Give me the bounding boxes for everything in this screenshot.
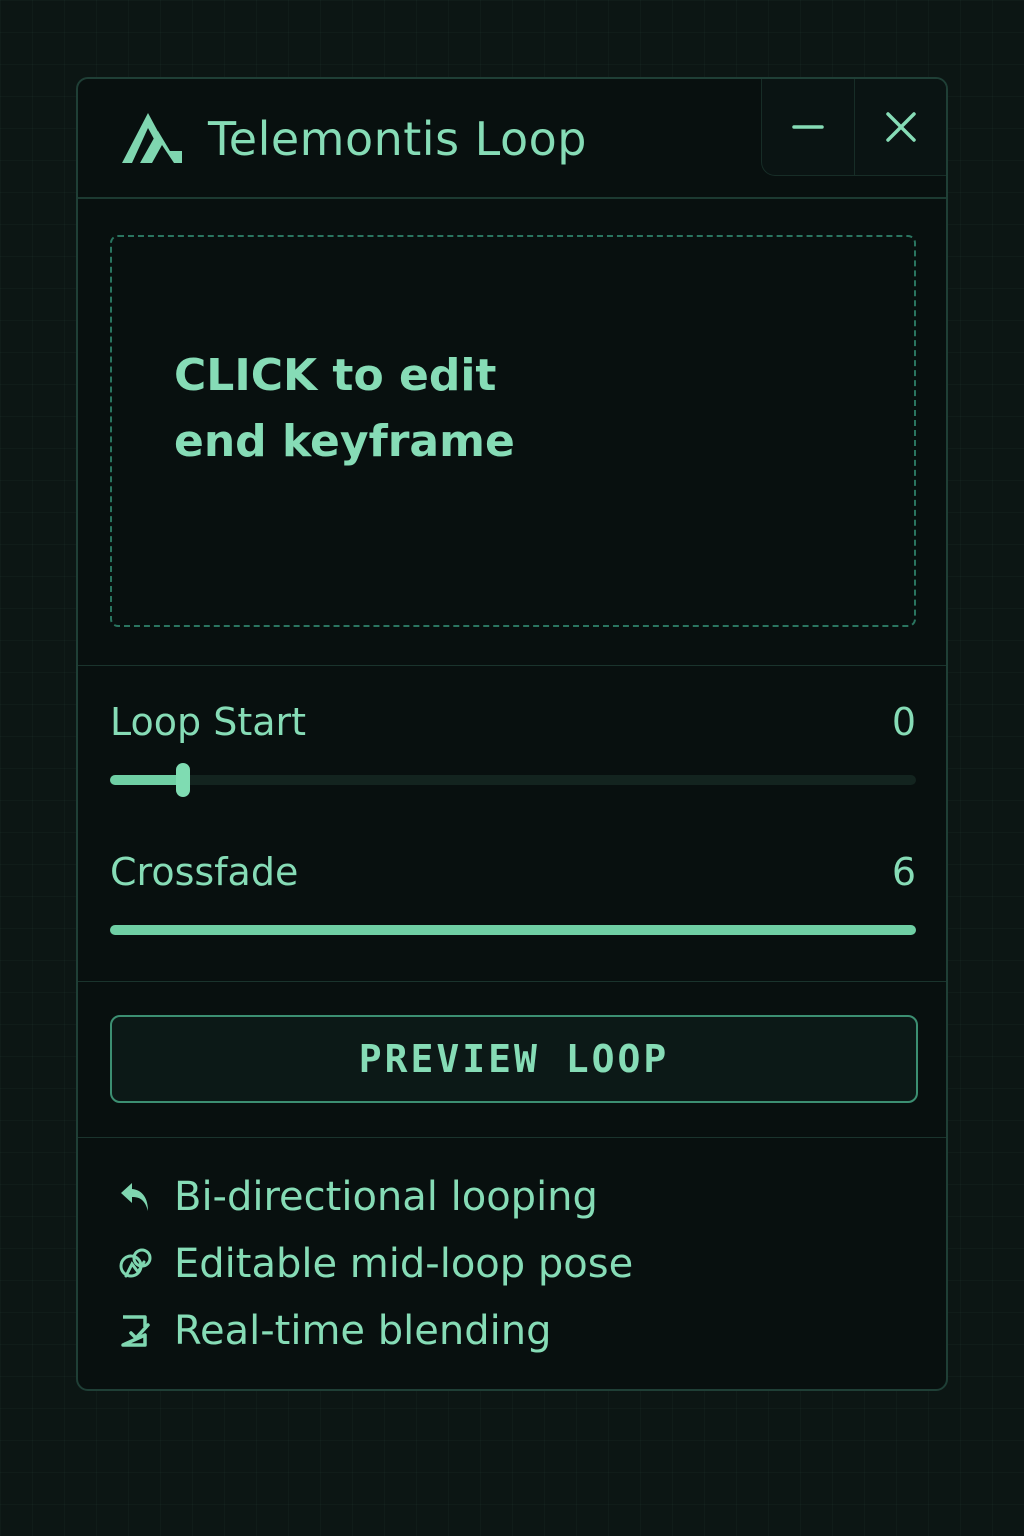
section-divider	[78, 981, 946, 982]
loop-start-control: Loop Start 0	[110, 699, 916, 799]
window-controls	[761, 79, 946, 176]
reply-arrow-icon	[121, 1183, 148, 1211]
section-divider	[78, 1137, 946, 1138]
loop-start-fill	[110, 775, 183, 785]
pose-figure-icon	[119, 1248, 152, 1278]
feature-label: Bi-directional looping	[174, 1174, 598, 1220]
crossfade-slider[interactable]	[110, 925, 916, 935]
crossfade-value: 6	[891, 850, 916, 894]
telemontis-logo-icon	[122, 113, 182, 163]
loop-editor-window: Telemontis Loop CLICK to edit end keyfra…	[76, 77, 948, 1391]
keyframe-prompt: CLICK to edit end keyframe	[174, 350, 515, 467]
list-item: Bi-directional looping	[118, 1169, 898, 1236]
minimize-button[interactable]	[762, 79, 854, 175]
crossfade-label: Crossfade	[110, 850, 299, 894]
close-button[interactable]	[853, 79, 947, 175]
loop-start-thumb[interactable]	[175, 763, 190, 797]
minimize-icon	[792, 125, 824, 129]
loop-start-label: Loop Start	[110, 700, 307, 744]
feature-label: Editable mid-loop pose	[174, 1241, 634, 1287]
blend-document-icon	[121, 1315, 150, 1347]
preview-loop-button[interactable]: PREVIEW LOOP	[110, 1015, 918, 1103]
title-bar: Telemontis Loop	[78, 79, 946, 199]
section-divider	[78, 665, 946, 666]
loop-start-value: 0	[891, 700, 916, 744]
feature-list: Bi-directional looping Editable mid-loop…	[118, 1169, 898, 1370]
crossfade-fill	[110, 925, 916, 935]
list-item: Editable mid-loop pose	[118, 1236, 898, 1303]
window-title: Telemontis Loop	[208, 112, 587, 166]
feature-label: Real-time blending	[174, 1308, 552, 1354]
close-icon	[885, 112, 916, 142]
crossfade-control: Crossfade 6	[110, 849, 916, 949]
loop-start-slider[interactable]	[110, 763, 916, 797]
end-keyframe-edit-area[interactable]: CLICK to edit end keyframe	[110, 235, 916, 627]
list-item: Real-time blending	[118, 1303, 898, 1370]
